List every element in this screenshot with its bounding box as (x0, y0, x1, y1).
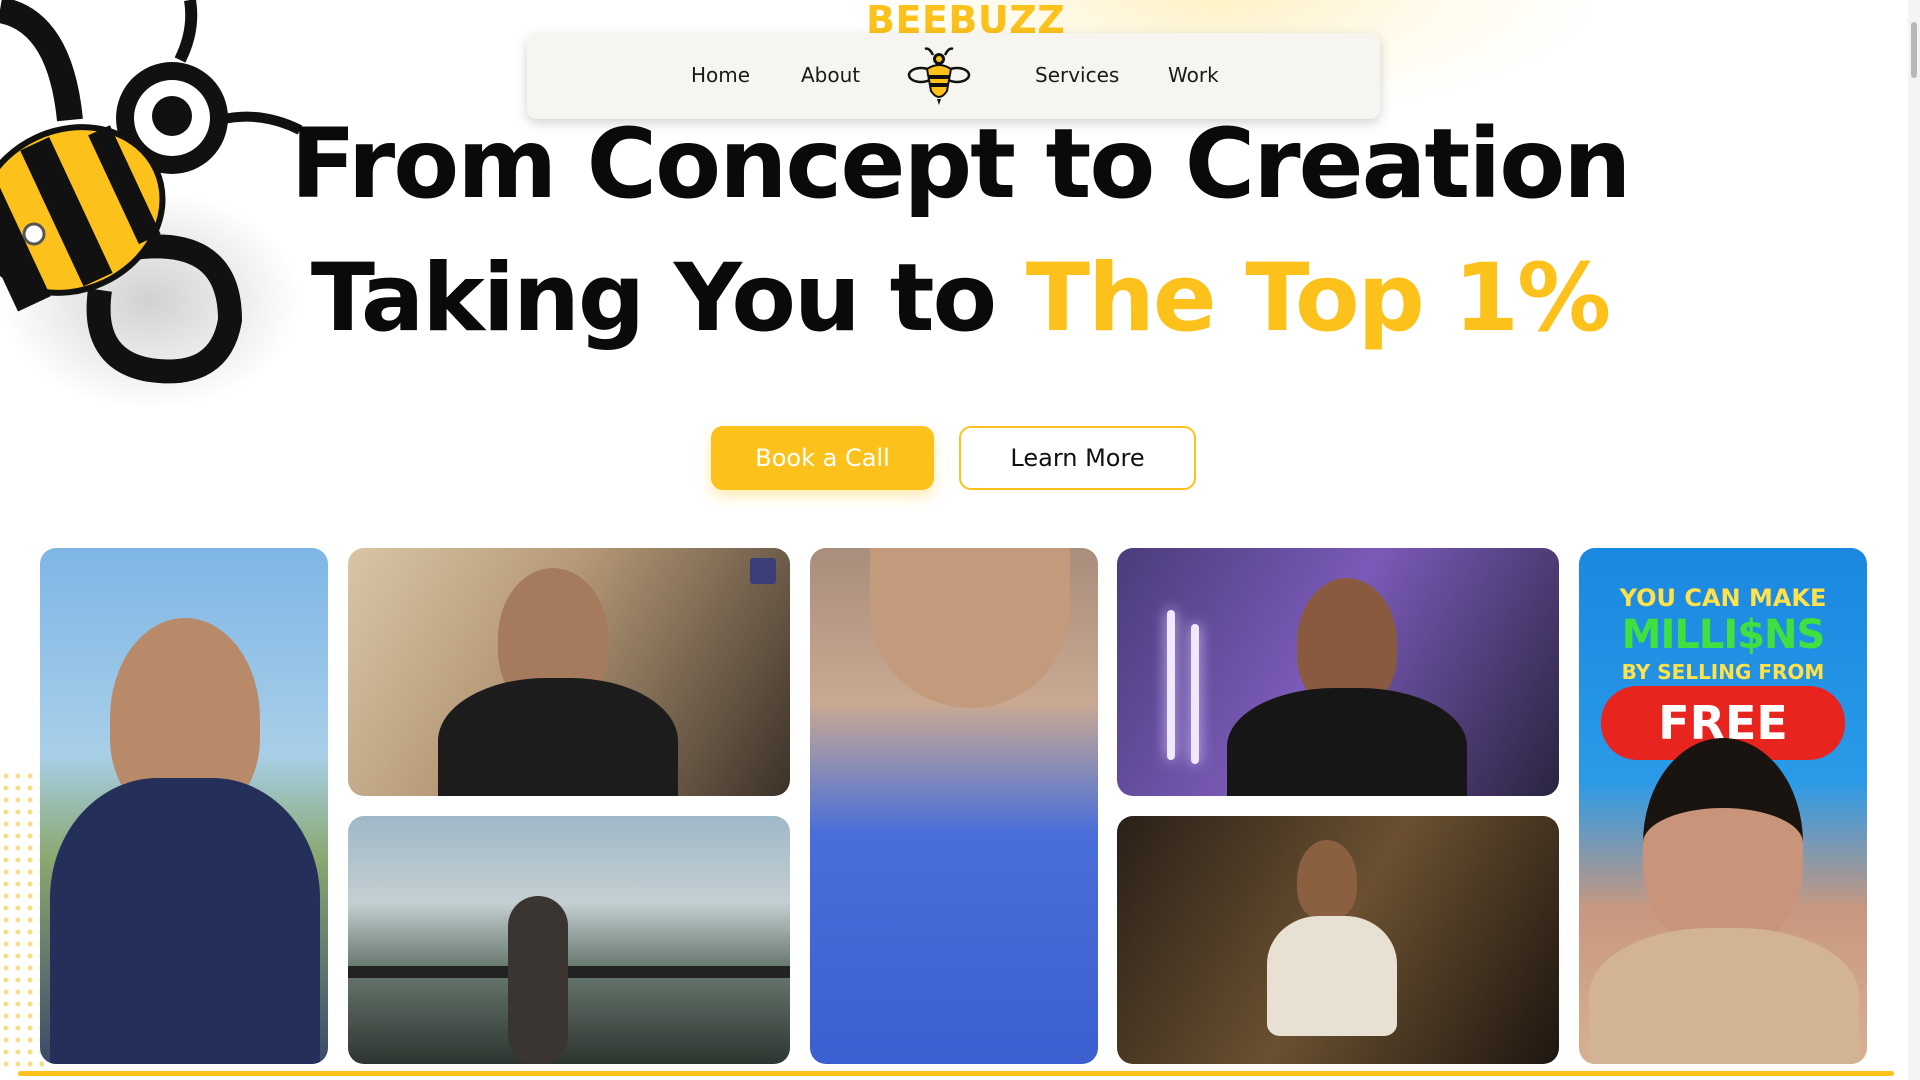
shirt-figure (50, 778, 320, 1064)
sweater-figure (1589, 928, 1859, 1064)
page-scrollbar[interactable] (1908, 0, 1920, 1080)
light-tube-figure (1167, 610, 1175, 760)
thumb-text-line3: BY SELLING FROM (1621, 660, 1825, 684)
nav-about[interactable]: About (801, 63, 860, 87)
channel-logo-icon (750, 558, 776, 584)
hero-line2-accent: The Top 1% (1025, 244, 1611, 353)
top-navbar: Home About Services Work (527, 33, 1380, 119)
hero-line2-prefix: Taking You to (310, 244, 1026, 353)
shirt-figure (1227, 688, 1467, 796)
railing-figure (348, 966, 790, 978)
person-figure (1643, 738, 1803, 948)
person-figure (508, 896, 568, 1064)
hero-title-line1: From Concept to Creation (290, 108, 1631, 220)
light-tube-figure (1191, 624, 1199, 764)
gallery-video-3[interactable] (348, 816, 790, 1064)
decorative-dots (0, 770, 44, 1070)
shirt-figure (438, 678, 678, 796)
scrollbar-thumb[interactable] (1911, 22, 1917, 78)
gallery-video-1[interactable] (40, 548, 328, 1064)
nav-services[interactable]: Services (1035, 63, 1119, 87)
gallery-video-2[interactable] (348, 548, 790, 796)
gallery-video-5[interactable] (1117, 548, 1559, 796)
person-figure (1297, 840, 1357, 920)
nav-home[interactable]: Home (691, 63, 750, 87)
gallery-video-4[interactable] (810, 548, 1098, 1064)
thumb-text-line2: MILLI$NS (1621, 612, 1826, 658)
sweater-figure (1267, 916, 1397, 1036)
book-call-button[interactable]: Book a Call (711, 426, 934, 490)
nav-work[interactable]: Work (1168, 63, 1219, 87)
gallery-video-7[interactable]: YOU CAN MAKE MILLI$NS BY SELLING FROM FR… (1579, 548, 1867, 1064)
thumb-text-line1: YOU CAN MAKE (1619, 584, 1827, 612)
bee-icon[interactable] (907, 45, 971, 107)
gallery-video-6[interactable] (1117, 816, 1559, 1064)
hero-title-line2: Taking You to The Top 1% (0, 244, 1920, 353)
learn-more-button[interactable]: Learn More (959, 426, 1196, 490)
face-figure (870, 548, 1070, 708)
bottom-accent-bar (18, 1071, 1894, 1076)
